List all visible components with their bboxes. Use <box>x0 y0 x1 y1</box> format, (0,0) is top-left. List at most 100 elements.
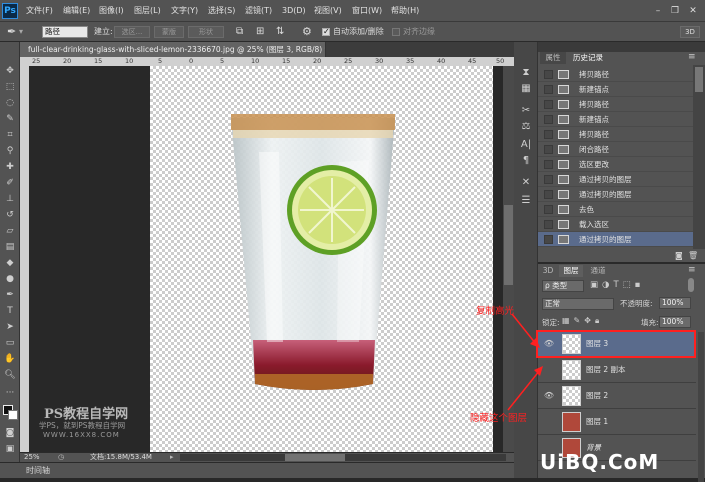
blend-mode-select[interactable]: 正常 <box>542 298 614 310</box>
clone-stamp-tool-icon[interactable]: ⊥ <box>2 192 18 206</box>
opacity-input[interactable]: 100% <box>659 297 691 309</box>
history-item[interactable]: 拷贝路径 <box>538 127 693 142</box>
menu-filter[interactable]: 滤镜(T) <box>245 0 272 22</box>
tool-preset-chevron-icon[interactable]: ▾ <box>19 22 23 42</box>
layers-scrollbar[interactable] <box>698 332 704 482</box>
history-item[interactable]: 载入选区 <box>538 217 693 232</box>
lasso-tool-icon[interactable]: ◌ <box>2 96 18 110</box>
lock-icons[interactable]: ▦✎✥🔒︎ <box>562 316 603 326</box>
eyedropper-tool-icon[interactable]: ⚲ <box>2 144 18 158</box>
layer-name[interactable]: 图层 2 <box>586 383 608 409</box>
history-panel-icon[interactable]: ⧗ <box>518 66 534 80</box>
adjust-panel-icon[interactable]: ⚖ <box>518 120 534 134</box>
character-panel-icon[interactable]: A| <box>518 138 534 152</box>
zoom-tool-icon[interactable]: 🔍︎ <box>2 368 18 382</box>
shape-button[interactable]: 形状 <box>188 26 224 38</box>
eye-hidden-icon[interactable] <box>543 364 555 376</box>
3d-mode-button[interactable]: 3D <box>680 26 700 38</box>
layer-name[interactable]: 图层 1 <box>586 409 608 435</box>
background-color-swatch[interactable] <box>8 410 18 420</box>
history-item[interactable]: 去色 <box>538 202 693 217</box>
history-item[interactable]: 新建锚点 <box>538 112 693 127</box>
new-snapshot-icon[interactable]: ◙ <box>675 251 683 260</box>
more-tools-icon[interactable]: ··· <box>2 386 18 400</box>
pen-mode-select[interactable]: 路径 <box>42 26 88 38</box>
healing-brush-tool-icon[interactable]: ✚ <box>2 160 18 174</box>
path-arrangement-icon[interactable]: ⇅ <box>276 22 284 42</box>
menu-file[interactable]: 文件(F) <box>26 0 53 22</box>
history-scrollbar[interactable] <box>693 65 705 249</box>
layer-row[interactable]: 👁︎ 图层 2 <box>538 383 696 409</box>
delete-history-icon[interactable]: 🗑︎ <box>688 251 698 260</box>
timeline-tab[interactable]: 时间轴 <box>26 465 50 476</box>
history-item[interactable]: 闭合路径 <box>538 142 693 157</box>
brush-tool-icon[interactable]: ✐ <box>2 176 18 190</box>
marquee-tool-icon[interactable]: ⬚ <box>2 80 18 94</box>
tab-properties[interactable]: 属性 <box>540 52 566 64</box>
history-item[interactable]: 新建锚点 <box>538 82 693 97</box>
pen-tool-icon-2[interactable]: ✒ <box>2 288 18 302</box>
swatches-panel-icon[interactable]: ▦ <box>518 82 534 96</box>
fill-input[interactable]: 100% <box>659 316 691 328</box>
quick-mask-icon[interactable]: ◙ <box>2 426 18 440</box>
panel-menu-icon[interactable]: ≡ <box>688 52 696 62</box>
eraser-tool-icon[interactable]: ▱ <box>2 224 18 238</box>
pen-tool-icon[interactable]: ✒ <box>7 22 16 42</box>
selection-button[interactable]: 选区... <box>114 26 150 38</box>
history-item[interactable]: 通过拷贝的图层 <box>538 187 693 202</box>
tab-3d[interactable]: 3D <box>540 265 556 277</box>
blur-tool-icon[interactable]: ◆ <box>2 256 18 270</box>
paragraph-panel-icon[interactable]: ¶ <box>518 154 534 168</box>
minimize-button[interactable]: – <box>652 5 664 17</box>
menu-select[interactable]: 选择(S) <box>208 0 235 22</box>
move-tool-icon[interactable]: ✥ <box>2 64 18 78</box>
eye-icon[interactable]: 👁︎ <box>543 390 555 402</box>
quick-select-tool-icon[interactable]: ✎ <box>2 112 18 126</box>
menu-view[interactable]: 视图(V) <box>314 0 342 22</box>
tab-history[interactable]: 历史记录 <box>567 52 609 64</box>
layer-name[interactable]: 图层 2 副本 <box>586 357 626 383</box>
layers-panel-menu-icon[interactable]: ≡ <box>688 265 696 275</box>
tab-channels[interactable]: 通道 <box>586 265 610 277</box>
history-item[interactable]: 通过拷贝的图层 <box>538 172 693 187</box>
close-window-button[interactable]: ✕ <box>687 5 699 17</box>
menu-3d[interactable]: 3D(D) <box>282 0 306 22</box>
type-tool-icon[interactable]: T <box>2 304 18 318</box>
dodge-tool-icon[interactable]: ● <box>2 272 18 286</box>
zoom-level[interactable]: 25% <box>24 453 40 462</box>
brush-panel-icon[interactable]: ✂ <box>518 104 534 118</box>
menu-edit[interactable]: 编辑(E) <box>63 0 90 22</box>
menu-layer[interactable]: 图层(L) <box>134 0 161 22</box>
history-item[interactable]: 拷贝路径 <box>538 97 693 112</box>
canvas-area[interactable]: PS教程自学网 学PS，就到PS教程自学网 WWW.16XX8.COM <box>29 66 514 452</box>
history-item[interactable]: 拷贝路径 <box>538 67 693 82</box>
menu-type[interactable]: 文字(Y) <box>171 0 198 22</box>
layer-row[interactable]: 图层 1 <box>538 409 696 435</box>
path-selection-tool-icon[interactable]: ➤ <box>2 320 18 334</box>
document-tab[interactable]: full-clear-drinking-glass-with-sliced-le… <box>20 42 326 57</box>
hand-tool-icon[interactable]: ✋ <box>2 352 18 366</box>
path-operations-icon[interactable]: ⧉ <box>236 22 243 42</box>
gradient-tool-icon[interactable]: ▤ <box>2 240 18 254</box>
history-scrollbar-thumb[interactable] <box>695 67 703 92</box>
history-brush-tool-icon[interactable]: ↺ <box>2 208 18 222</box>
status-menu-chevron-icon[interactable]: ▸ <box>170 453 174 462</box>
align-edges-checkbox[interactable] <box>392 28 400 36</box>
mask-button[interactable]: 蒙版 <box>154 26 184 38</box>
horizontal-scrollbar-thumb[interactable] <box>285 454 345 461</box>
restore-button[interactable]: ❐ <box>669 5 681 17</box>
menu-image[interactable]: 图像(I) <box>99 0 124 22</box>
layer-filter-select[interactable]: ρ 类型 <box>542 280 584 292</box>
layer-row[interactable]: 图层 2 副本 <box>538 357 696 383</box>
shape-tool-icon[interactable]: ▭ <box>2 336 18 350</box>
menu-window[interactable]: 窗口(W) <box>352 0 382 22</box>
filter-toggle[interactable] <box>688 278 694 292</box>
vertical-scrollbar-thumb[interactable] <box>504 205 513 285</box>
gear-icon[interactable]: ⚙ <box>302 22 312 42</box>
path-alignment-icon[interactable]: ⊞ <box>256 22 264 42</box>
eye-hidden-icon[interactable] <box>543 416 555 428</box>
screen-mode-icon[interactable]: ▣ <box>2 442 18 456</box>
history-item[interactable]: 选区更改 <box>538 157 693 172</box>
history-item-selected[interactable]: 通过拷贝的图层 <box>538 232 693 247</box>
menu-help[interactable]: 帮助(H) <box>391 0 419 22</box>
